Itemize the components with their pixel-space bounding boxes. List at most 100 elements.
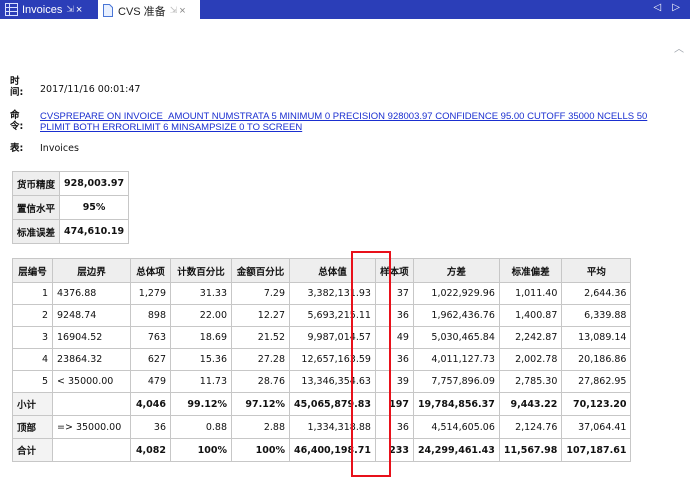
cell: 4,046 xyxy=(130,392,171,416)
summary-value: 928,003.97 xyxy=(59,171,130,196)
cell: 2,644.36 xyxy=(561,282,632,305)
command-link[interactable]: CVSPREPARE ON INVOICE_AMOUNT NUMSTRATA 5… xyxy=(40,111,660,133)
cell: 2,002.78 xyxy=(498,348,563,371)
cell: 2 xyxy=(12,304,53,327)
cell: 3 xyxy=(12,326,53,349)
table-icon xyxy=(5,3,18,16)
cell: 2.88 xyxy=(231,415,290,439)
cell: 1,962,436.76 xyxy=(412,304,500,327)
col-header: 方差 xyxy=(412,258,500,283)
summary-row: 置信水平 95% xyxy=(11,195,130,220)
row-label: 顶部 xyxy=(12,415,53,439)
summary-value: 474,610.19 xyxy=(59,219,130,244)
close-icon[interactable]: × xyxy=(76,4,82,16)
col-header: 层编号 xyxy=(12,258,53,283)
cell: 1 xyxy=(12,282,53,305)
col-header: 样本项 xyxy=(374,258,414,283)
cell: 7.29 xyxy=(231,282,290,305)
cell: 233 xyxy=(374,438,414,462)
document-icon xyxy=(101,4,114,17)
cell: 107,187.61 xyxy=(561,438,632,462)
tab-label: Invoices xyxy=(22,3,63,16)
cell: 197 xyxy=(374,392,414,416)
cell: 1,334,318.88 xyxy=(289,415,376,439)
cell: 18.69 xyxy=(170,326,232,349)
row-label: 合计 xyxy=(12,438,53,462)
cell: 36 xyxy=(374,348,414,371)
cell: 9,987,014.57 xyxy=(289,326,376,349)
cell: 24,299,461.43 xyxy=(412,438,500,462)
cell: 5,693,215.11 xyxy=(289,304,376,327)
cell: 13,089.14 xyxy=(561,326,632,349)
table-row: 2 9248.74 898 22.00 12.27 5,693,215.11 3… xyxy=(12,304,632,327)
cell: 28.76 xyxy=(231,370,290,393)
summary-row: 货币精度 928,003.97 xyxy=(11,171,130,196)
subtotal-row: 小计 4,046 99.12% 97.12% 45,065,879.83 197… xyxy=(12,392,632,416)
cell: 0.88 xyxy=(170,415,232,439)
col-header: 层边界 xyxy=(52,258,131,283)
cell: 3,382,131.93 xyxy=(289,282,376,305)
cell: 898 xyxy=(130,304,171,327)
cell: 5 xyxy=(12,370,53,393)
cell: 4,011,127.73 xyxy=(412,348,500,371)
cell: 36 xyxy=(374,415,414,439)
cell: 1,022,929.96 xyxy=(412,282,500,305)
cell: 627 xyxy=(130,348,171,371)
cell: 1,011.40 xyxy=(498,282,563,305)
total-row: 合计 4,082 100% 100% 46,400,198.71 233 24,… xyxy=(12,438,632,462)
tab-bar: Invoices ⇲ × CVS 准备 ⇲ × ◁ ▷ xyxy=(0,0,690,21)
col-header: 总体值 xyxy=(289,258,376,283)
cell: 6,339.88 xyxy=(561,304,632,327)
cell: 37 xyxy=(374,282,414,305)
tab-cvs-prepare[interactable]: CVS 准备 ⇲ × xyxy=(98,0,200,21)
cell: 4376.88 xyxy=(52,282,131,305)
cell: 5,030,465.84 xyxy=(412,326,500,349)
cell: 7,757,896.09 xyxy=(412,370,500,393)
cell: 15.36 xyxy=(170,348,232,371)
table-key: 表: xyxy=(10,143,24,154)
table-row: 3 16904.52 763 18.69 21.52 9,987,014.57 … xyxy=(12,326,632,349)
time-key: 时间: xyxy=(10,76,24,98)
summary-value: 95% xyxy=(59,195,130,220)
command-key: 命令: xyxy=(10,110,24,132)
cell: 9248.74 xyxy=(52,304,131,327)
cell: 23864.32 xyxy=(52,348,131,371)
cell: 21.52 xyxy=(231,326,290,349)
cell: 16904.52 xyxy=(52,326,131,349)
cell: 20,186.86 xyxy=(561,348,632,371)
tab-invoices[interactable]: Invoices ⇲ × xyxy=(2,0,97,19)
cell: 479 xyxy=(130,370,171,393)
table-name: Invoices xyxy=(40,143,79,154)
cell: 4,514,605.06 xyxy=(412,415,500,439)
cell: 9,443.22 xyxy=(498,392,563,416)
cell: 2,785.30 xyxy=(498,370,563,393)
cell: 4 xyxy=(12,348,53,371)
cell: 2,242.87 xyxy=(498,326,563,349)
cell: 99.12% xyxy=(170,392,232,416)
cell xyxy=(52,438,131,462)
table-header-row: 层编号 层边界 总体项 计数百分比 金额百分比 总体值 样本项 方差 标准偏差 … xyxy=(12,258,632,283)
col-header: 金额百分比 xyxy=(231,258,290,283)
cell: => 35000.00 xyxy=(52,415,131,439)
cell: 22.00 xyxy=(170,304,232,327)
cell: 19,784,856.37 xyxy=(412,392,500,416)
summary-label: 货币精度 xyxy=(11,171,61,196)
strata-table: 层编号 层边界 总体项 计数百分比 金额百分比 总体值 样本项 方差 标准偏差 … xyxy=(12,258,632,462)
top-stratum-row: 顶部 => 35000.00 36 0.88 2.88 1,334,318.88… xyxy=(12,415,632,439)
tab-scroll-arrows[interactable]: ◁ ▷ xyxy=(653,2,684,13)
cell: 31.33 xyxy=(170,282,232,305)
cell: 37,064.41 xyxy=(561,415,632,439)
cell: 45,065,879.83 xyxy=(289,392,376,416)
pin-icon[interactable]: ⇲ xyxy=(66,4,74,15)
time-value: 2017/11/16 00:01:47 xyxy=(40,84,141,95)
pin-icon[interactable]: ⇲ xyxy=(170,5,178,16)
close-icon[interactable]: × xyxy=(179,5,185,17)
cell: 1,279 xyxy=(130,282,171,305)
col-header: 平均 xyxy=(561,258,632,283)
row-label: 小计 xyxy=(12,392,53,416)
cell: 46,400,198.71 xyxy=(289,438,376,462)
scroll-up-icon[interactable]: ︿ xyxy=(674,40,684,55)
col-header: 标准偏差 xyxy=(498,258,563,283)
summary-table: 货币精度 928,003.97 置信水平 95% 标准误差 474,610.19 xyxy=(11,171,130,244)
cell xyxy=(52,392,131,416)
